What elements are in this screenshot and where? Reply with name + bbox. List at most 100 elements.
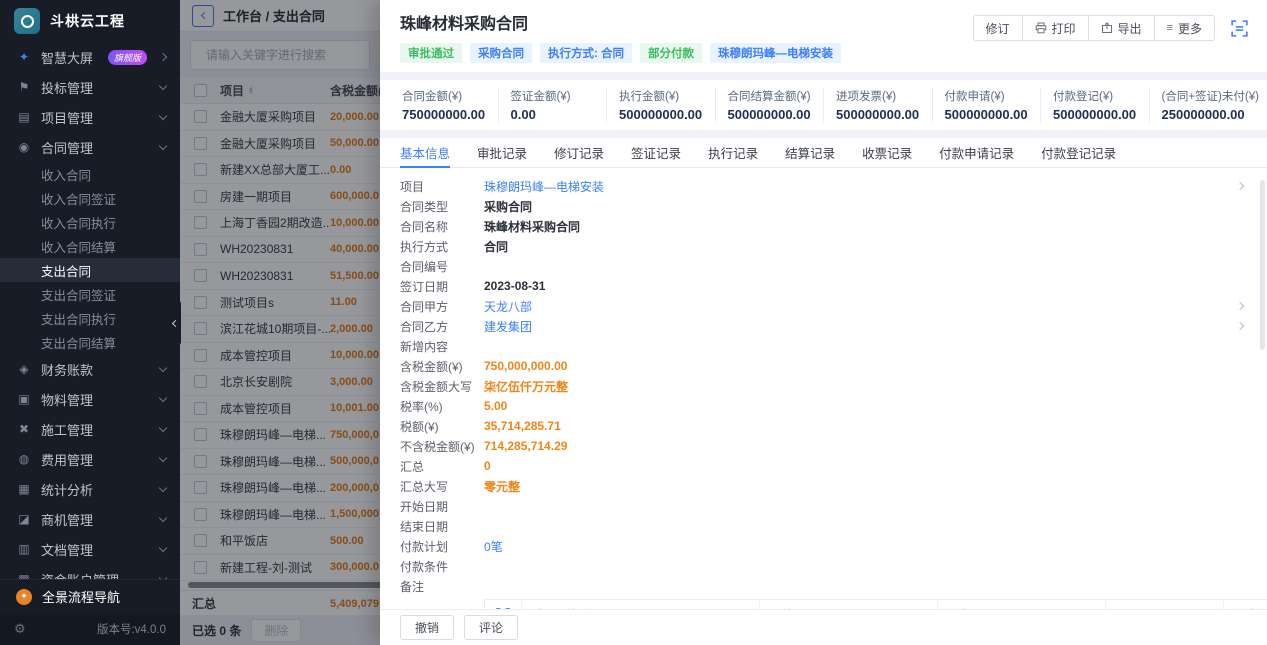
drawer-footer: 撤销 评论 bbox=[380, 609, 1267, 645]
project-badge: 珠穆朗玛峰—电梯安装 bbox=[710, 43, 841, 63]
sidebar: 斗栱云工程 ✦ 智慧大屏 旗舰版 ⚑ 投标管理 ▤ 项目管理 ◉ 合同管理 bbox=[0, 0, 180, 645]
execution-mode-badge: 执行方式: 合同 bbox=[540, 43, 632, 63]
field-row: 合同类型采购合同 bbox=[400, 196, 1247, 216]
sidebar-item-material[interactable]: ▣ 物料管理 bbox=[0, 384, 180, 414]
sidebar-item-income-contract-visa[interactable]: 收入合同签证 bbox=[0, 186, 180, 210]
gear-icon[interactable]: ⚙ bbox=[14, 621, 26, 637]
table-fullscreen-button[interactable] bbox=[485, 600, 521, 609]
column-header-total-amount: 总金额 bbox=[1223, 600, 1267, 609]
tab-execution-records[interactable]: 执行记录 bbox=[708, 138, 758, 167]
field-row: 合同编号 bbox=[400, 256, 1247, 276]
sidebar-item-construction[interactable]: ✖ 施工管理 bbox=[0, 414, 180, 444]
project-icon: ▤ bbox=[16, 110, 32, 124]
sidebar-item-statistics[interactable]: ▦ 统计分析 bbox=[0, 474, 180, 504]
finance-icon: ◈ bbox=[16, 362, 32, 376]
field-row: 项目珠穆朗玛峰—电梯安装 bbox=[400, 176, 1247, 196]
summary-cell: 付款登记(¥)500000000.00 bbox=[1040, 87, 1149, 123]
app-logo-row: 斗栱云工程 bbox=[0, 0, 180, 42]
field-row: 开始日期 bbox=[400, 496, 1247, 516]
chevron-down-icon bbox=[159, 514, 167, 522]
tab-approval-records[interactable]: 审批记录 bbox=[477, 138, 527, 167]
chevron-down-icon bbox=[159, 484, 167, 492]
comment-button[interactable]: 评论 bbox=[464, 615, 518, 640]
drawer-overlay-mask[interactable] bbox=[180, 0, 380, 645]
sidebar-item-expense-contract-execution[interactable]: 支出合同执行 bbox=[0, 306, 180, 330]
chevron-down-icon bbox=[159, 82, 167, 90]
fullscreen-button[interactable] bbox=[1227, 16, 1251, 40]
tab-payment-request-records[interactable]: 付款申请记录 bbox=[939, 138, 1014, 167]
sidebar-footer: ⚙ 版本号:v4.0.0 bbox=[0, 613, 180, 645]
status-badge-approved: 审批通过 bbox=[400, 43, 462, 63]
app-root: 斗栱云工程 ✦ 智慧大屏 旗舰版 ⚑ 投标管理 ▤ 项目管理 ◉ 合同管理 bbox=[0, 0, 1267, 645]
sidebar-item-income-contract[interactable]: 收入合同 bbox=[0, 162, 180, 186]
tab-revision-records[interactable]: 修订记录 bbox=[554, 138, 604, 167]
sidebar-item-label: 文档管理 bbox=[41, 540, 151, 559]
contract-list-panel: 工作台 / 支出合同 项目▲▼ 含税金额(¥) 金融大厦采购项目20,000.0… bbox=[180, 0, 380, 645]
detail-list-table: 清单项名称 单位 总数量 单价 总金额 bbox=[484, 599, 1267, 609]
chevron-down-icon bbox=[159, 364, 167, 372]
sidebar-collapse-handle[interactable] bbox=[168, 300, 181, 346]
tab-settlement-records[interactable]: 结算记录 bbox=[785, 138, 835, 167]
tab-basic-info[interactable]: 基本信息 bbox=[400, 138, 450, 167]
bidding-icon: ⚑ bbox=[16, 80, 32, 94]
field-row: 不含税金额(¥)714,285,714.29 bbox=[400, 436, 1247, 456]
sidebar-item-expense[interactable]: ◍ 费用管理 bbox=[0, 444, 180, 474]
party-b-link[interactable]: 建发集团 bbox=[484, 318, 532, 335]
export-icon bbox=[1101, 22, 1113, 34]
vertical-scrollbar[interactable] bbox=[1260, 180, 1265, 350]
sidebar-item-expense-contract[interactable]: 支出合同 bbox=[0, 258, 180, 282]
field-row: 汇总0 bbox=[400, 456, 1247, 476]
payment-plan-link[interactable]: 0笔 bbox=[484, 538, 503, 555]
tab-invoice-records[interactable]: 收票记录 bbox=[862, 138, 912, 167]
sidebar-item-smart-screen[interactable]: ✦ 智慧大屏 旗舰版 bbox=[0, 42, 180, 72]
summary-cell: (合同+签证)未付(¥)250000000.00 bbox=[1149, 87, 1258, 123]
payment-status-badge: 部分付款 bbox=[640, 43, 702, 63]
sidebar-item-project[interactable]: ▤ 项目管理 bbox=[0, 102, 180, 132]
sidebar-item-business[interactable]: ◪ 商机管理 bbox=[0, 504, 180, 534]
sidebar-item-label: 项目管理 bbox=[41, 108, 151, 127]
section-divider bbox=[380, 72, 1267, 80]
print-button[interactable]: 打印 bbox=[1022, 15, 1089, 41]
project-link[interactable]: 珠穆朗玛峰—电梯安装 bbox=[484, 178, 604, 195]
revise-button[interactable]: 修订 bbox=[973, 15, 1023, 41]
sidebar-item-income-contract-settlement[interactable]: 收入合同结算 bbox=[0, 234, 180, 258]
fund-account-icon: ▩ bbox=[16, 572, 32, 579]
sidebar-item-label: 物料管理 bbox=[41, 390, 151, 409]
sidebar-item-income-contract-execution[interactable]: 收入合同执行 bbox=[0, 210, 180, 234]
export-button[interactable]: 导出 bbox=[1088, 15, 1155, 41]
contract-detail-drawer: 珠峰材料采购合同 审批通过 采购合同 执行方式: 合同 部分付款 珠穆朗玛峰—电… bbox=[380, 0, 1267, 645]
material-icon: ▣ bbox=[16, 392, 32, 406]
section-divider bbox=[380, 130, 1267, 138]
revoke-button[interactable]: 撤销 bbox=[400, 615, 454, 640]
sidebar-menu: ✦ 智慧大屏 旗舰版 ⚑ 投标管理 ▤ 项目管理 ◉ 合同管理 收入合同 收入 bbox=[0, 42, 180, 579]
list-icon: ≡ bbox=[1167, 22, 1173, 34]
sidebar-item-label: 费用管理 bbox=[41, 450, 151, 469]
panorama-nav-item[interactable]: ✦ 全景流程导航 bbox=[0, 579, 180, 613]
field-row: 合同名称珠峰材料采购合同 bbox=[400, 216, 1247, 236]
summary-cell: 执行金额(¥)500000000.00 bbox=[606, 87, 715, 123]
version-text: 版本号:v4.0.0 bbox=[97, 621, 166, 637]
sidebar-item-contract[interactable]: ◉ 合同管理 bbox=[0, 132, 180, 162]
app-logo-icon bbox=[14, 8, 40, 34]
party-a-link[interactable]: 天龙八部 bbox=[484, 298, 532, 315]
sidebar-item-label: 财务账款 bbox=[41, 360, 151, 379]
tab-payment-register-records[interactable]: 付款登记记录 bbox=[1041, 138, 1116, 167]
more-button[interactable]: ≡更多 bbox=[1154, 15, 1215, 41]
column-header-unit: 单位 bbox=[759, 600, 937, 609]
sidebar-item-fund-account[interactable]: ▩ 资金账户管理 bbox=[0, 564, 180, 579]
sidebar-item-document[interactable]: ▥ 文档管理 bbox=[0, 534, 180, 564]
chevron-down-icon bbox=[159, 142, 167, 150]
field-row: 合同甲方天龙八部 bbox=[400, 296, 1247, 316]
sidebar-item-expense-contract-visa[interactable]: 支出合同签证 bbox=[0, 282, 180, 306]
column-header-quantity: 总数量 bbox=[937, 600, 1105, 609]
drawer-header: 珠峰材料采购合同 审批通过 采购合同 执行方式: 合同 部分付款 珠穆朗玛峰—电… bbox=[380, 0, 1267, 72]
sidebar-item-bidding[interactable]: ⚑ 投标管理 bbox=[0, 72, 180, 102]
field-row: 签订日期2023-08-31 bbox=[400, 276, 1247, 296]
sidebar-item-finance[interactable]: ◈ 财务账款 bbox=[0, 354, 180, 384]
field-row: 付款条件 bbox=[400, 556, 1247, 576]
field-row: 备注 bbox=[400, 576, 1247, 596]
sidebar-item-expense-contract-settlement[interactable]: 支出合同结算 bbox=[0, 330, 180, 354]
drawer-actions: 修订 打印 导出 ≡更多 bbox=[973, 15, 1251, 41]
tab-visa-records[interactable]: 签证记录 bbox=[631, 138, 681, 167]
tag-list: 审批通过 采购合同 执行方式: 合同 部分付款 珠穆朗玛峰—电梯安装 bbox=[400, 43, 841, 63]
